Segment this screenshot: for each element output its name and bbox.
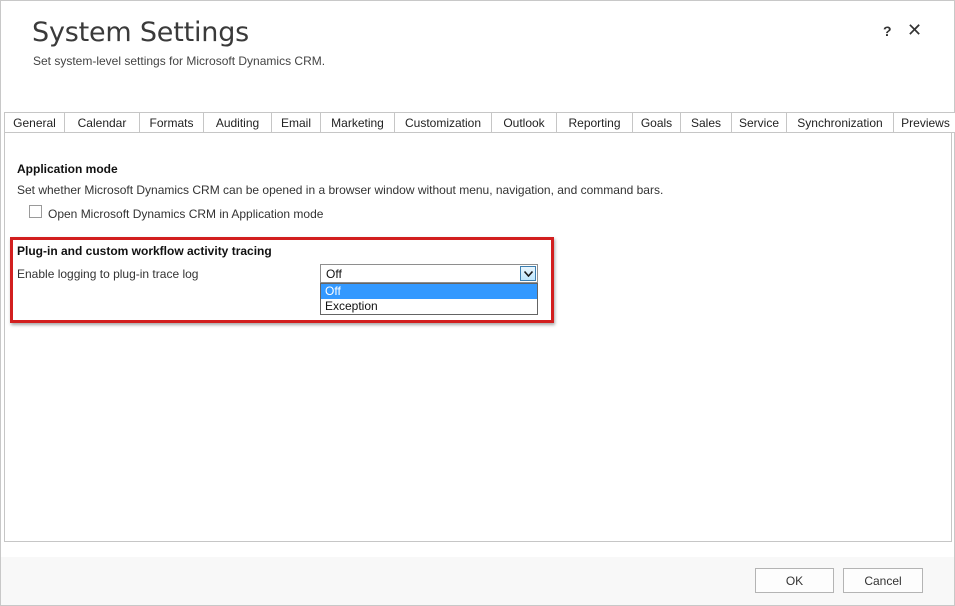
tab-marketing[interactable]: Marketing [320,112,394,133]
tab-calendar[interactable]: Calendar [64,112,139,133]
application-mode-description: Set whether Microsoft Dynamics CRM can b… [17,183,664,197]
tab-auditing[interactable]: Auditing [203,112,271,133]
tab-reporting[interactable]: Reporting [556,112,632,133]
system-settings-dialog: System Settings Set system-level setting… [0,0,955,606]
trace-log-selected-value: Off [326,267,342,281]
application-mode-checkbox-label[interactable]: Open Microsoft Dynamics CRM in Applicati… [48,207,323,221]
tracing-heading: Plug-in and custom workflow activity tra… [17,244,272,258]
tab-goals[interactable]: Goals [632,112,680,133]
settings-tabs: General Calendar Formats Auditing Email … [4,112,955,133]
option-off[interactable]: Off [321,284,537,299]
tab-email[interactable]: Email [271,112,320,133]
application-mode-checkbox[interactable] [29,205,42,218]
ok-button[interactable]: OK [755,568,834,593]
dialog-subtitle: Set system-level settings for Microsoft … [33,54,326,68]
tab-synchronization[interactable]: Synchronization [786,112,893,133]
help-icon[interactable]: ? [883,23,892,39]
trace-log-select[interactable]: Off [320,264,538,283]
option-exception[interactable]: Exception [321,299,537,314]
chevron-down-icon[interactable] [520,266,536,281]
tab-service[interactable]: Service [731,112,786,133]
cancel-button[interactable]: Cancel [843,568,923,593]
tab-general[interactable]: General [4,112,64,133]
tab-sales[interactable]: Sales [680,112,731,133]
dialog-title: System Settings [32,17,250,48]
tab-customization[interactable]: Customization [394,112,491,133]
trace-log-dropdown-list: Off Exception [320,283,538,315]
application-mode-heading: Application mode [17,162,118,176]
tab-formats[interactable]: Formats [139,112,203,133]
tab-previews[interactable]: Previews [893,112,955,133]
trace-log-label: Enable logging to plug-in trace log [17,267,199,281]
close-icon[interactable]: ✕ [907,20,922,41]
tab-outlook[interactable]: Outlook [491,112,556,133]
